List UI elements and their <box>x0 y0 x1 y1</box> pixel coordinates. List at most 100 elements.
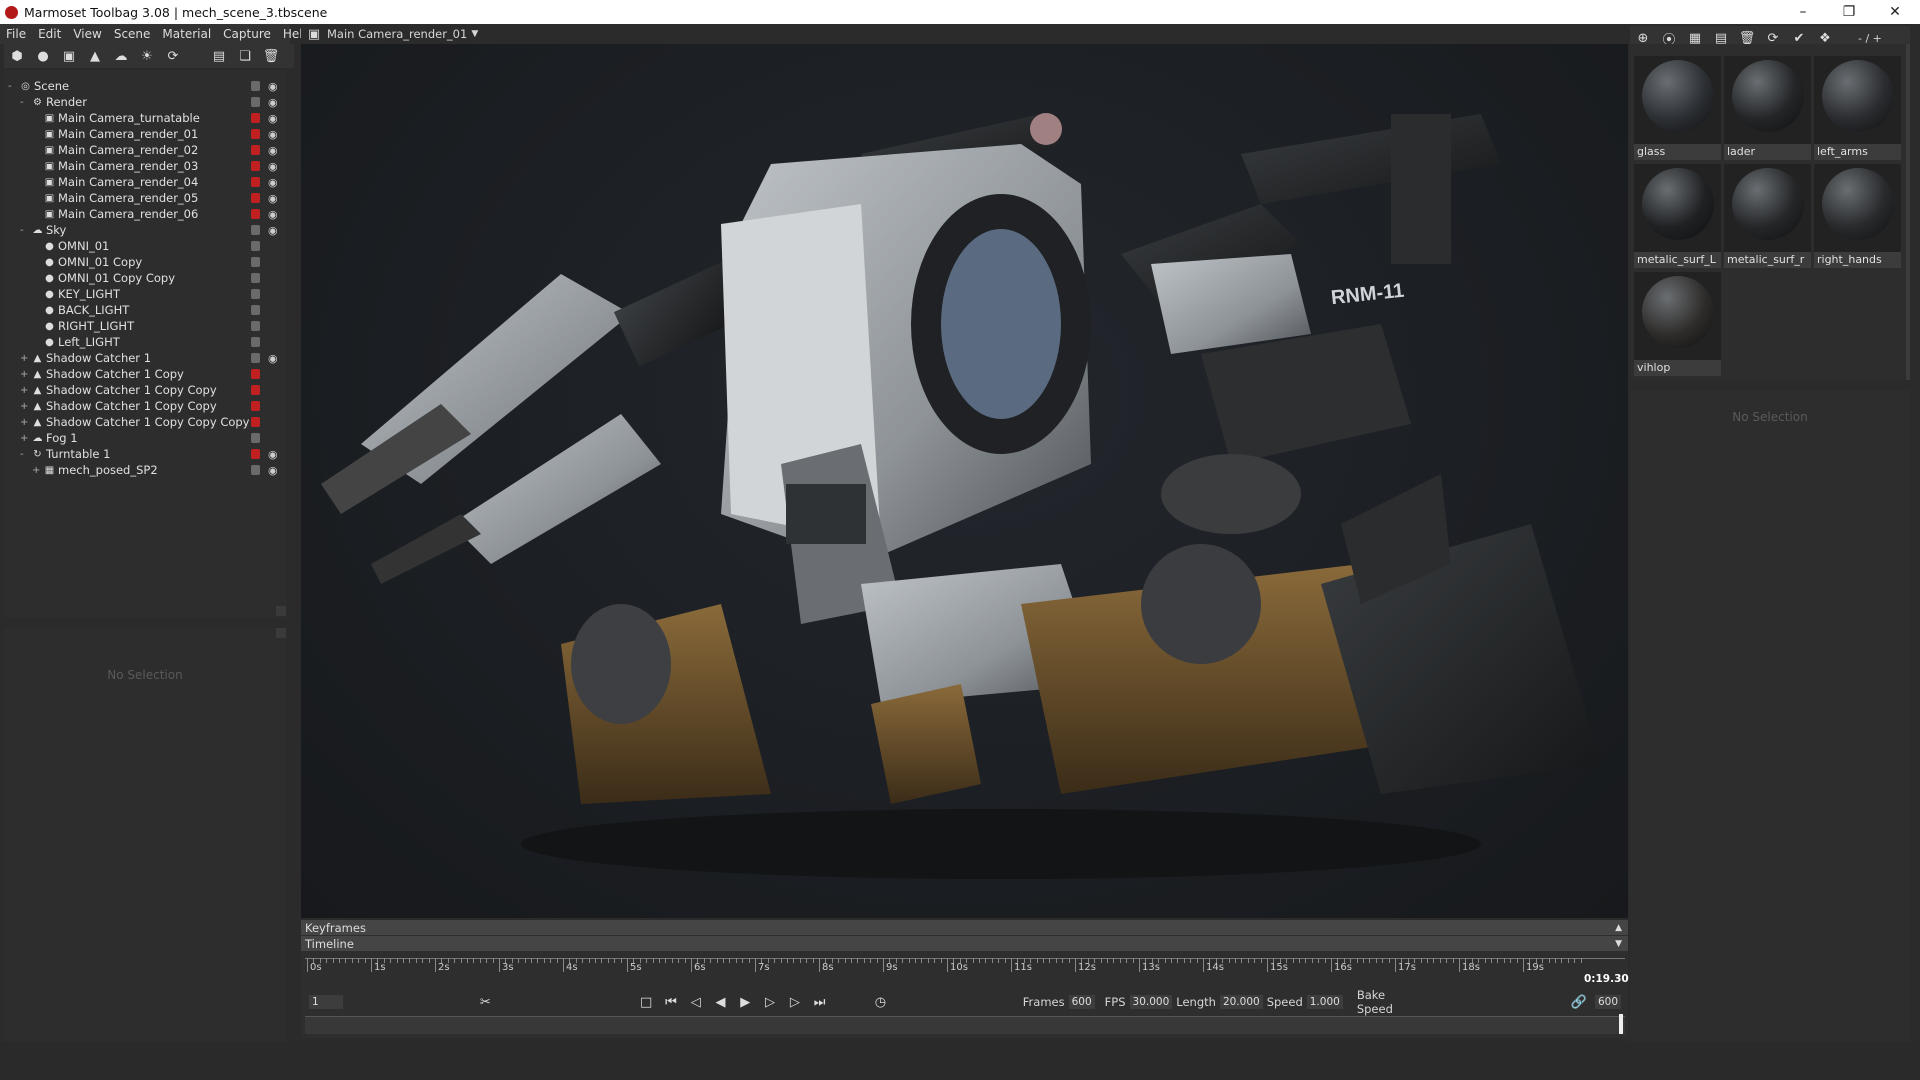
duplicate-icon[interactable]: ❏ <box>236 47 254 65</box>
tree-item[interactable]: ▣ Main Camera_render_04 ◉ <box>4 174 286 190</box>
add-mesh-icon[interactable]: ⬢ <box>8 47 26 65</box>
scissors-icon[interactable]: ✂ <box>477 993 494 1011</box>
timeline-ruler[interactable]: 0s 1s 2s 3s 4s 5s 6s 7s 8s 9s 10s 11s 12s 13s 14s 15s 16… <box>305 958 1625 982</box>
visibility-eye-icon[interactable]: ◉ <box>268 448 278 461</box>
menu-capture[interactable]: Capture <box>217 27 277 41</box>
expand-toggle-icon[interactable]: - <box>20 449 32 460</box>
lock-icon[interactable] <box>251 97 260 107</box>
lock-icon[interactable] <box>251 353 260 363</box>
lock-icon[interactable] <box>251 337 260 347</box>
tree-item[interactable]: ▣ Main Camera_render_02 ◉ <box>4 142 286 158</box>
lock-icon[interactable] <box>251 273 260 283</box>
tree-item[interactable]: ▣ Main Camera_render_05 ◉ <box>4 190 286 206</box>
material-thumbnail[interactable]: metalic_surf_r <box>1724 164 1811 268</box>
material-thumbnail[interactable]: metalic_surf_L <box>1634 164 1721 268</box>
close-icon[interactable]: ✕ <box>1872 0 1918 24</box>
lock-icon[interactable] <box>251 321 260 331</box>
add-light-icon[interactable]: ● <box>34 47 52 65</box>
tree-item[interactable]: + ☁ Fog 1 <box>4 430 286 446</box>
lock-icon[interactable] <box>251 241 260 251</box>
lock-icon[interactable] <box>251 417 260 427</box>
render-viewport[interactable]: RNM-11 <box>301 44 1628 918</box>
material-thumbnail[interactable]: vihlop <box>1634 272 1721 376</box>
visibility-eye-icon[interactable]: ◉ <box>268 112 278 125</box>
visibility-eye-icon[interactable]: ◉ <box>268 352 278 365</box>
lock-icon[interactable] <box>251 209 260 219</box>
lock-icon[interactable] <box>251 465 260 475</box>
add-sky-icon[interactable]: ☀ <box>138 47 156 65</box>
delete-icon[interactable]: 🗑 <box>262 47 280 65</box>
lock-icon[interactable] <box>251 225 260 235</box>
tree-item[interactable]: + ▲ Shadow Catcher 1 Copy <box>4 366 286 382</box>
expand-toggle-icon[interactable]: - <box>8 81 20 92</box>
lock-icon[interactable] <box>251 401 260 411</box>
skip-start-icon[interactable]: ⏮ <box>663 993 680 1011</box>
add-shadow-catcher-icon[interactable]: ▲ <box>86 47 104 65</box>
expand-toggle-icon[interactable]: + <box>20 353 32 364</box>
tree-item[interactable]: ● OMNI_01 Copy <box>4 254 286 270</box>
end-frame-field[interactable]: 600 <box>1594 995 1621 1009</box>
playhead[interactable] <box>1619 1014 1623 1034</box>
visibility-eye-icon[interactable]: ◉ <box>268 160 278 173</box>
next-key-icon[interactable]: ▷ <box>786 993 803 1011</box>
keyframe-track[interactable] <box>305 1016 1625 1034</box>
collapse-icon[interactable]: ▲ <box>1615 923 1622 933</box>
visibility-eye-icon[interactable]: ◉ <box>268 224 278 237</box>
visibility-eye-icon[interactable]: ◉ <box>268 208 278 221</box>
scene-scroll-down[interactable] <box>276 606 286 616</box>
tree-item[interactable]: - ◎ Scene ◉ <box>4 78 286 94</box>
frames-field[interactable]: 600 <box>1068 995 1095 1009</box>
tree-item[interactable]: + ▦ mech_posed_SP2 ◉ <box>4 462 286 478</box>
expand-toggle-icon[interactable]: + <box>20 369 32 380</box>
prev-key-icon[interactable]: ◁ <box>687 993 704 1011</box>
menu-file[interactable]: File <box>0 27 32 41</box>
material-scrollbar[interactable] <box>1906 44 1910 380</box>
lock-icon[interactable] <box>251 129 260 139</box>
skip-end-icon[interactable]: ⏭ <box>811 993 828 1011</box>
bake-speed-button[interactable]: Bake Speed <box>1357 988 1420 1016</box>
chevron-down-icon[interactable]: ▼ <box>471 29 478 39</box>
tree-item[interactable]: ● Left_LIGHT <box>4 334 286 350</box>
tree-item[interactable]: ● OMNI_01 Copy Copy <box>4 270 286 286</box>
camera-selector[interactable]: Main Camera_render_01 <box>327 27 467 41</box>
material-thumbnail[interactable]: lader <box>1724 56 1811 160</box>
visibility-eye-icon[interactable]: ◉ <box>268 192 278 205</box>
menu-scene[interactable]: Scene <box>108 27 157 41</box>
lock-icon[interactable] <box>251 257 260 267</box>
tree-item[interactable]: ▣ Main Camera_render_03 ◉ <box>4 158 286 174</box>
tree-item[interactable]: - ⚙ Render ◉ <box>4 94 286 110</box>
tree-item[interactable]: ● OMNI_01 <box>4 238 286 254</box>
visibility-eye-icon[interactable]: ◉ <box>268 128 278 141</box>
props-scroll-up[interactable] <box>276 628 286 638</box>
lock-icon[interactable] <box>251 113 260 123</box>
add-turntable-icon[interactable]: ⟳ <box>164 47 182 65</box>
visibility-eye-icon[interactable]: ◉ <box>268 176 278 189</box>
tree-item[interactable]: - ☁ Sky ◉ <box>4 222 286 238</box>
expand-toggle-icon[interactable]: + <box>20 433 32 444</box>
add-fog-icon[interactable]: ☁ <box>112 47 130 65</box>
lock-icon[interactable] <box>251 433 260 443</box>
tree-item[interactable]: ▣ Main Camera_render_06 ◉ <box>4 206 286 222</box>
lock-icon[interactable] <box>251 177 260 187</box>
minimize-icon[interactable]: – <box>1780 0 1826 24</box>
visibility-eye-icon[interactable]: ◉ <box>268 96 278 109</box>
tree-item[interactable]: + ▲ Shadow Catcher 1 Copy Copy <box>4 382 286 398</box>
lock-icon[interactable] <box>251 369 260 379</box>
tree-item[interactable]: + ▲ Shadow Catcher 1 Copy Copy Copy <box>4 414 286 430</box>
menu-material[interactable]: Material <box>156 27 217 41</box>
tree-item[interactable]: ● RIGHT_LIGHT <box>4 318 286 334</box>
tree-item[interactable]: ● BACK_LIGHT <box>4 302 286 318</box>
lock-icon[interactable] <box>251 193 260 203</box>
keyframes-header[interactable]: Keyframes ▲ <box>301 920 1628 935</box>
tree-item[interactable]: ▣ Main Camera_turnatable ◉ <box>4 110 286 126</box>
expand-toggle-icon[interactable]: + <box>32 465 44 476</box>
fps-field[interactable]: 30.000 <box>1129 995 1173 1009</box>
tree-item[interactable]: + ▲ Shadow Catcher 1 ◉ <box>4 350 286 366</box>
step-forward-icon[interactable]: ▷ <box>762 993 779 1011</box>
lock-icon[interactable] <box>251 305 260 315</box>
expand-toggle-icon[interactable]: - <box>20 97 32 108</box>
folder-icon[interactable]: ▤ <box>210 47 228 65</box>
expand-toggle-icon[interactable]: + <box>20 417 32 428</box>
lock-icon[interactable] <box>251 161 260 171</box>
material-thumbnail[interactable]: left_arms <box>1814 56 1901 160</box>
